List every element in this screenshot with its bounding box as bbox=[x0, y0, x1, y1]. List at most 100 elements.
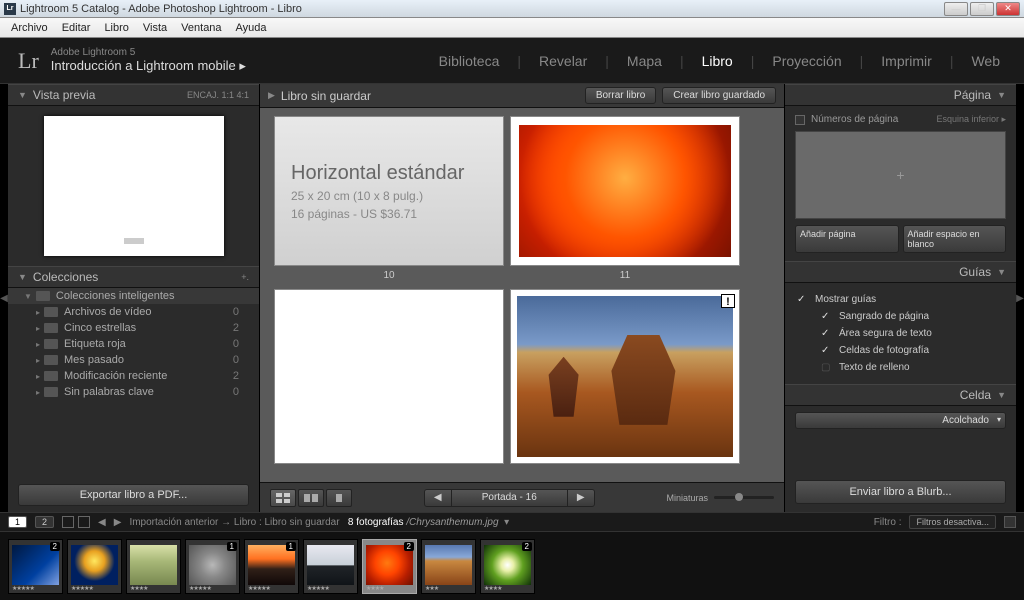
grid-icon[interactable] bbox=[62, 516, 74, 528]
disclosure-triangle-icon: ▼ bbox=[18, 272, 27, 282]
warning-icon[interactable]: ! bbox=[721, 294, 735, 308]
module-mapa[interactable]: Mapa bbox=[621, 51, 668, 71]
module-web[interactable]: Web bbox=[965, 51, 1006, 71]
guide-option[interactable]: ▢Texto de relleno bbox=[797, 359, 1004, 376]
filmstrip-thumbnail[interactable]: ★★★★★ bbox=[67, 539, 122, 594]
activity-link[interactable]: Introducción a Lightroom mobile ▸ bbox=[51, 58, 246, 74]
guide-option[interactable]: ✓Celdas de fotografía bbox=[797, 342, 1004, 359]
filmstrip-thumbnail[interactable]: ★★★★ bbox=[126, 539, 181, 594]
selected-filename: /Chrysanthemum.jpg bbox=[406, 517, 498, 528]
filter-dropdown[interactable]: Filtros desactiva... bbox=[909, 515, 996, 529]
module-libro[interactable]: Libro bbox=[696, 51, 739, 71]
filmstrip-thumbnail[interactable]: 2★★★★★ bbox=[8, 539, 63, 594]
add-page-button[interactable]: Añadir página bbox=[795, 225, 899, 253]
multipage-view-button[interactable] bbox=[270, 489, 296, 507]
grid-icon[interactable] bbox=[78, 516, 90, 528]
smart-collections-header[interactable]: ▼ Colecciones inteligentes bbox=[8, 288, 259, 304]
single-page-view-button[interactable] bbox=[326, 489, 352, 507]
book-canvas[interactable]: Horizontal estándar 25 x 20 cm (10 x 8 p… bbox=[260, 108, 784, 482]
thumb-image bbox=[307, 545, 354, 585]
filmstrip-thumbnail[interactable]: 1★★★★★ bbox=[185, 539, 240, 594]
add-collection-icon[interactable]: +. bbox=[241, 272, 249, 282]
filmstrip: 2★★★★★ ★★★★★ ★★★★ 1★★★★★ 1★★★★★ ★★★★★ 2★… bbox=[0, 532, 1024, 600]
filmstrip-thumbnail[interactable]: 1★★★★★ bbox=[244, 539, 299, 594]
app-icon: Lr bbox=[4, 3, 16, 15]
clear-book-button[interactable]: Borrar libro bbox=[585, 87, 656, 104]
view-mode-group bbox=[270, 489, 352, 507]
menu-archivo[interactable]: Archivo bbox=[4, 22, 55, 34]
folder-icon bbox=[36, 291, 50, 301]
next-page-button[interactable]: ▶ bbox=[567, 489, 595, 507]
page-numbers-position[interactable]: Esquina inferior ▸ bbox=[936, 114, 1006, 125]
page-template-preview[interactable]: + bbox=[795, 131, 1006, 219]
page-number-label: 10 bbox=[274, 270, 504, 281]
nav-fwd-icon[interactable]: ▶ bbox=[114, 517, 122, 528]
collection-item[interactable]: ▸Etiqueta roja0 bbox=[8, 336, 259, 352]
guide-option[interactable]: ✓Área segura de texto bbox=[797, 325, 1004, 342]
menu-editar[interactable]: Editar bbox=[55, 22, 98, 34]
module-proyeccion[interactable]: Proyección bbox=[766, 51, 847, 71]
export-pdf-button[interactable]: Exportar libro a PDF... bbox=[18, 484, 249, 506]
book-toolbar: ◀ Portada - 16 ▶ Miniaturas bbox=[260, 482, 784, 512]
thumb-image bbox=[248, 545, 295, 585]
page-13[interactable]: ! bbox=[510, 289, 740, 464]
thumb-image bbox=[71, 545, 118, 585]
smart-collection-icon bbox=[44, 355, 58, 365]
maximize-button[interactable]: ❐ bbox=[970, 2, 994, 16]
menu-ventana[interactable]: Ventana bbox=[174, 22, 228, 34]
filmstrip-thumbnail[interactable]: ★★★★★ bbox=[303, 539, 358, 594]
menu-ayuda[interactable]: Ayuda bbox=[229, 22, 274, 34]
create-saved-book-button[interactable]: Crear libro guardado bbox=[662, 87, 776, 104]
page-11[interactable] bbox=[510, 116, 740, 266]
spread-view-button[interactable] bbox=[298, 489, 324, 507]
padding-dropdown[interactable]: Acolchado bbox=[795, 412, 1006, 429]
close-button[interactable]: ✕ bbox=[996, 2, 1020, 16]
page-10[interactable]: Horizontal estándar 25 x 20 cm (10 x 8 p… bbox=[274, 116, 504, 266]
window-2-button[interactable]: 2 bbox=[35, 516, 54, 528]
thumb-image bbox=[366, 545, 413, 585]
collection-item[interactable]: ▸Sin palabras clave0 bbox=[8, 384, 259, 400]
cell-panel-title: Celda bbox=[960, 388, 991, 402]
thumb-image bbox=[425, 545, 472, 585]
right-panel-collapse[interactable]: ▶ bbox=[1016, 84, 1024, 512]
preview-zoom-options[interactable]: ENCAJ. 1:1 4:1 bbox=[187, 90, 249, 100]
left-panel-collapse[interactable]: ◀ bbox=[0, 84, 8, 512]
collection-item[interactable]: ▸Archivos de vídeo0 bbox=[8, 304, 259, 320]
page-range-display[interactable]: Portada - 16 bbox=[452, 489, 567, 507]
page-12[interactable] bbox=[274, 289, 504, 464]
breadcrumb[interactable]: Adobe Lightroom 5 Introducción a Lightro… bbox=[51, 47, 246, 74]
module-revelar[interactable]: Revelar bbox=[533, 51, 593, 71]
checkmark-icon: ✓ bbox=[821, 311, 831, 322]
page-panel-title: Página bbox=[954, 88, 991, 102]
collection-item[interactable]: ▸Modificación reciente2 bbox=[8, 368, 259, 384]
menu-libro[interactable]: Libro bbox=[97, 22, 135, 34]
collections-panel-header[interactable]: ▼ Colecciones +. bbox=[8, 266, 259, 288]
send-to-blurb-button[interactable]: Enviar libro a Blurb... bbox=[795, 480, 1006, 504]
filmstrip-thumbnail-selected[interactable]: 2★★★★ bbox=[362, 539, 417, 594]
filmstrip-thumbnail[interactable]: 2★★★★ bbox=[480, 539, 535, 594]
guide-option[interactable]: ✓Sangrado de página bbox=[797, 308, 1004, 325]
preview-thumbnail[interactable] bbox=[44, 116, 224, 256]
cell-panel-header[interactable]: Celda ▼ bbox=[785, 384, 1016, 406]
guides-panel-header[interactable]: Guías ▼ bbox=[785, 261, 1016, 283]
module-biblioteca[interactable]: Biblioteca bbox=[433, 51, 506, 71]
collection-item[interactable]: ▸Cinco estrellas2 bbox=[8, 320, 259, 336]
nav-back-icon[interactable]: ◀ bbox=[98, 517, 106, 528]
window-1-button[interactable]: 1 bbox=[8, 516, 27, 528]
module-picker: Biblioteca| Revelar| Mapa| Libro| Proyec… bbox=[433, 51, 1006, 71]
add-blank-button[interactable]: Añadir espacio en blanco bbox=[903, 225, 1007, 253]
filter-lock-icon[interactable] bbox=[1004, 516, 1016, 528]
collection-item[interactable]: ▸Mes pasado0 bbox=[8, 352, 259, 368]
show-guides-toggle[interactable]: ✓Mostrar guías bbox=[797, 291, 1004, 308]
filmstrip-thumbnail[interactable]: ★★★ bbox=[421, 539, 476, 594]
thumbnail-size-slider[interactable] bbox=[714, 496, 774, 499]
minimize-button[interactable]: — bbox=[944, 2, 968, 16]
source-path[interactable]: Importación anterior → Libro : Libro sin… bbox=[129, 517, 509, 528]
page-panel-header[interactable]: Página ▼ bbox=[785, 84, 1016, 106]
page-numbers-checkbox[interactable] bbox=[795, 115, 805, 125]
module-imprimir[interactable]: Imprimir bbox=[875, 51, 938, 71]
prev-page-button[interactable]: ◀ bbox=[424, 489, 452, 507]
book-title: Libro sin guardar bbox=[281, 89, 371, 103]
menu-vista[interactable]: Vista bbox=[136, 22, 174, 34]
preview-panel-header[interactable]: ▼ Vista previa ENCAJ. 1:1 4:1 bbox=[8, 84, 259, 106]
